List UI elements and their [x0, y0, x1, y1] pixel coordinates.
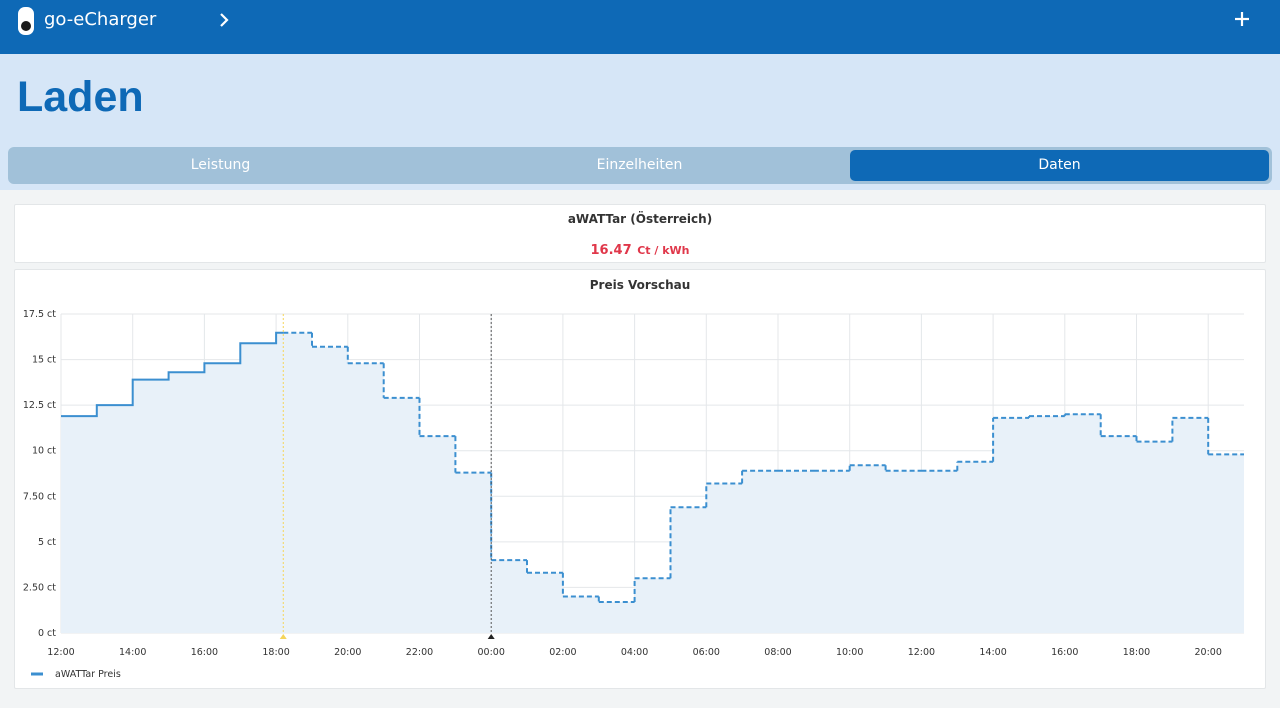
price-value: 16.47 [590, 243, 632, 258]
x-tick-label: 00:00 [478, 647, 505, 658]
app-header: go-eCharger [0, 0, 1280, 54]
x-tick-label: 18:00 [262, 647, 289, 658]
x-tick-label: 18:00 [1123, 647, 1150, 658]
y-tick-label: 5 ct [38, 537, 56, 548]
y-tick-label: 12.5 ct [23, 400, 56, 411]
page-title: Laden [17, 73, 144, 121]
tab-einzelheiten[interactable]: Einzelheiten [430, 150, 849, 181]
y-tick-label: 15 ct [32, 355, 56, 366]
x-tick-label: 04:00 [621, 647, 648, 658]
charger-logo-icon [18, 7, 34, 35]
tab-daten[interactable]: Daten [850, 150, 1269, 181]
x-tick-label: 20:00 [1195, 647, 1222, 658]
y-tick-label: 7.50 ct [23, 491, 56, 502]
price-chart: 0 ct 2.50 ct 5 ct 7.50 ct 10 ct 12.5 ct 15 ct 1… [23, 309, 1244, 680]
x-tick-label: 12:00 [908, 647, 935, 658]
x-tick-label: 08:00 [764, 647, 791, 658]
x-tick-label: 12:00 [47, 647, 74, 658]
price-area [61, 332, 1244, 633]
tab-leistung[interactable]: Leistung [11, 150, 430, 181]
x-tick-label: 14:00 [979, 647, 1006, 658]
y-tick-label: 2.50 ct [23, 582, 56, 593]
y-tick-label: 10 ct [32, 446, 56, 457]
x-tick-label: 06:00 [693, 647, 720, 658]
price-provider: aWATTar (Österreich) [567, 212, 713, 226]
add-icon[interactable] [1232, 9, 1252, 29]
y-tick-label: 17.5 ct [23, 309, 56, 320]
midnight-marker [487, 634, 495, 639]
x-tick-label: 14:00 [119, 647, 146, 658]
x-tick-label: 16:00 [191, 647, 218, 658]
app-title: go-eCharger [44, 9, 157, 30]
x-tick-label: 16:00 [1051, 647, 1078, 658]
x-tick-label: 20:00 [334, 647, 361, 658]
x-tick-label: 22:00 [406, 647, 433, 658]
price-chart-card: Preis Vorschau 0 ct 2.50 ct 5 ct 7.50 ct 10 … [14, 269, 1266, 689]
chevron-right-icon[interactable] [217, 11, 231, 29]
current-time-marker [279, 634, 287, 639]
legend-label: aWATTar Preis [55, 669, 121, 680]
price-unit: Ct / kWh [637, 244, 690, 257]
x-tick-label: 10:00 [836, 647, 863, 658]
y-tick-label: 0 ct [38, 628, 56, 639]
current-price: 16.47 Ct / kWh [15, 239, 1265, 258]
x-tick-label: 02:00 [549, 647, 576, 658]
tab-bar: Leistung Einzelheiten Daten [8, 147, 1272, 184]
price-card: aWATTar (Österreich) 16.47 Ct / kWh [14, 204, 1266, 263]
